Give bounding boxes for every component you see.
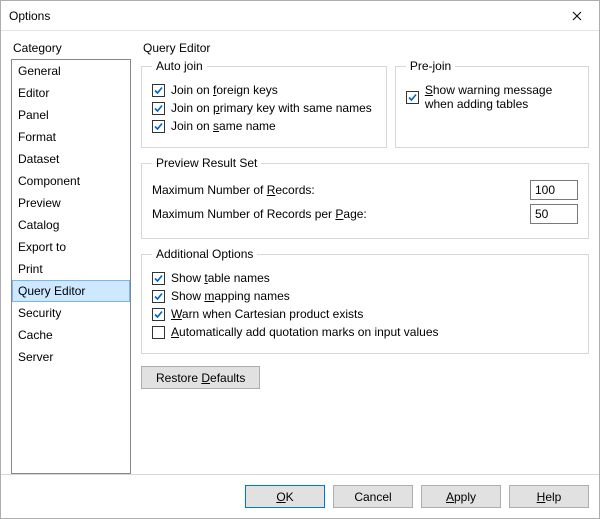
checkbox-icon [152, 120, 165, 133]
close-icon[interactable] [554, 1, 599, 30]
titlebar: Options [1, 1, 599, 31]
dialog-footer: OK Cancel Apply Help [1, 474, 599, 518]
chk-show-table-names[interactable]: Show table names [152, 271, 578, 285]
chk-show-mapping-names[interactable]: Show mapping names [152, 289, 578, 303]
cancel-button[interactable]: Cancel [333, 485, 413, 508]
category-item[interactable]: Preview [12, 192, 130, 214]
page-title: Query Editor [141, 41, 589, 59]
category-item[interactable]: Export to [12, 236, 130, 258]
checkbox-icon [152, 272, 165, 285]
top-group-row: Auto join Join on foreign keys Join on p… [141, 59, 589, 156]
chk-join-same-name[interactable]: Join on same name [152, 119, 376, 133]
category-item[interactable]: Print [12, 258, 130, 280]
group-pre-join: Pre-join Show warning message when addin… [395, 59, 589, 148]
chk-label: Join on same name [171, 119, 276, 133]
chk-label: Show warning message when adding tables [425, 83, 578, 111]
category-column: Category GeneralEditorPanelFormatDataset… [11, 41, 131, 474]
input-max-records[interactable] [530, 180, 578, 200]
dialog-body: Category GeneralEditorPanelFormatDataset… [1, 31, 599, 474]
group-additional-options: Additional Options Show table names Show… [141, 247, 589, 354]
label-max-records: Maximum Number of Records: [152, 183, 530, 197]
window-title: Options [9, 9, 554, 23]
restore-row: Restore Defaults [141, 366, 589, 389]
chk-join-foreign-keys[interactable]: Join on foreign keys [152, 83, 376, 97]
ok-button[interactable]: OK [245, 485, 325, 508]
category-list[interactable]: GeneralEditorPanelFormatDatasetComponent… [11, 59, 131, 474]
cancel-label: Cancel [354, 490, 391, 504]
help-label: Help [537, 490, 562, 504]
checkbox-icon [406, 91, 419, 104]
apply-label: Apply [446, 490, 476, 504]
ok-label: OK [276, 490, 293, 504]
chk-label: Join on foreign keys [171, 83, 278, 97]
category-item[interactable]: General [12, 60, 130, 82]
group-preview-legend: Preview Result Set [152, 156, 261, 170]
checkbox-icon [152, 290, 165, 303]
category-item[interactable]: Editor [12, 82, 130, 104]
row-max-records: Maximum Number of Records: [152, 180, 578, 200]
group-auto-join-legend: Auto join [152, 59, 207, 73]
chk-label: Automatically add quotation marks on inp… [171, 325, 439, 339]
settings-panel: Query Editor Auto join Join on foreign k… [141, 41, 589, 474]
label-max-records-per-page: Maximum Number of Records per Page: [152, 207, 530, 221]
category-label: Category [11, 41, 131, 59]
category-item[interactable]: Component [12, 170, 130, 192]
restore-defaults-button[interactable]: Restore Defaults [141, 366, 260, 389]
restore-defaults-label: Restore Defaults [156, 371, 245, 385]
options-dialog: Options Category GeneralEditorPanelForma… [0, 0, 600, 519]
category-item[interactable]: Format [12, 126, 130, 148]
checkbox-icon [152, 326, 165, 339]
group-preview-result-set: Preview Result Set Maximum Number of Rec… [141, 156, 589, 239]
checkbox-icon [152, 84, 165, 97]
chk-auto-quote-input[interactable]: Automatically add quotation marks on inp… [152, 325, 578, 339]
input-max-records-per-page[interactable] [530, 204, 578, 224]
chk-label: Join on primary key with same names [171, 101, 372, 115]
category-item[interactable]: Panel [12, 104, 130, 126]
category-item[interactable]: Server [12, 346, 130, 368]
chk-label: Show mapping names [171, 289, 290, 303]
apply-button[interactable]: Apply [421, 485, 501, 508]
chk-warn-adding-tables[interactable]: Show warning message when adding tables [406, 83, 578, 111]
group-pre-join-legend: Pre-join [406, 59, 455, 73]
category-item[interactable]: Cache [12, 324, 130, 346]
chk-warn-cartesian[interactable]: Warn when Cartesian product exists [152, 307, 578, 321]
chk-label: Show table names [171, 271, 270, 285]
group-additional-legend: Additional Options [152, 247, 257, 261]
category-item[interactable]: Dataset [12, 148, 130, 170]
chk-label: Warn when Cartesian product exists [171, 307, 363, 321]
chk-join-primary-same-name[interactable]: Join on primary key with same names [152, 101, 376, 115]
group-auto-join: Auto join Join on foreign keys Join on p… [141, 59, 387, 148]
help-button[interactable]: Help [509, 485, 589, 508]
row-max-records-per-page: Maximum Number of Records per Page: [152, 204, 578, 224]
category-item[interactable]: Security [12, 302, 130, 324]
category-item[interactable]: Query Editor [12, 280, 130, 302]
checkbox-icon [152, 102, 165, 115]
checkbox-icon [152, 308, 165, 321]
category-item[interactable]: Catalog [12, 214, 130, 236]
